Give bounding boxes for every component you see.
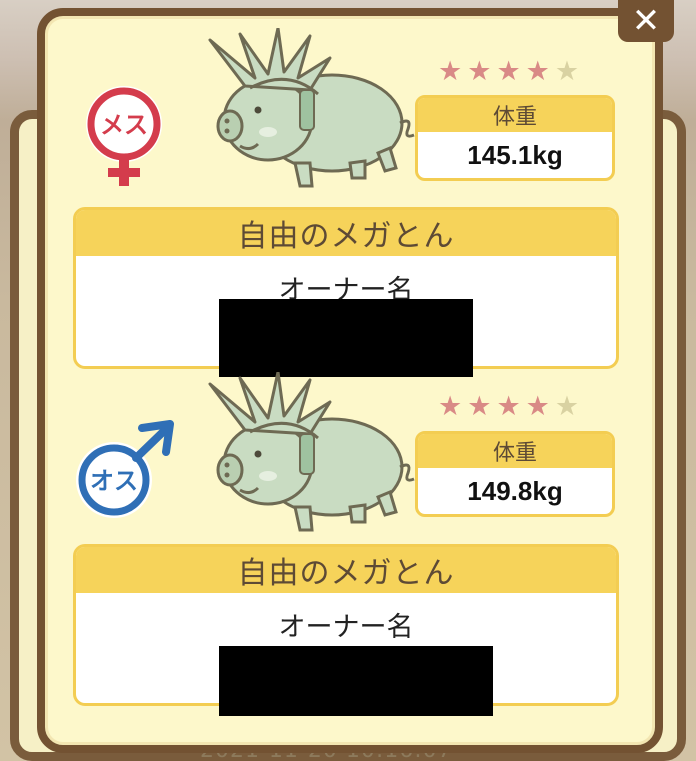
star-empty-icon: ★: [554, 391, 580, 422]
pig-name: 自由のメガとん: [76, 547, 616, 593]
owner-label: オーナー名: [278, 612, 414, 643]
gender-label: オス: [90, 467, 138, 495]
redacted-owner-name: [219, 646, 493, 716]
star-icon: ★: [467, 391, 492, 422]
star-icon: ★: [496, 391, 521, 422]
pig-entry-male: オス ★ ★ ★ ★ ★ 体重 149.8kg 自由のメガとん オーナー名: [0, 0, 696, 716]
weight-box: 体重 149.8kg: [415, 431, 615, 517]
weight-value: 149.8kg: [467, 475, 563, 506]
rating-stars: ★ ★ ★ ★ ★: [438, 393, 579, 420]
male-symbol-icon: オス: [76, 420, 174, 518]
weight-label: 体重: [418, 434, 612, 468]
liberty-pig-image: [208, 372, 415, 532]
star-icon: ★: [438, 391, 463, 422]
star-icon: ★: [525, 391, 550, 422]
